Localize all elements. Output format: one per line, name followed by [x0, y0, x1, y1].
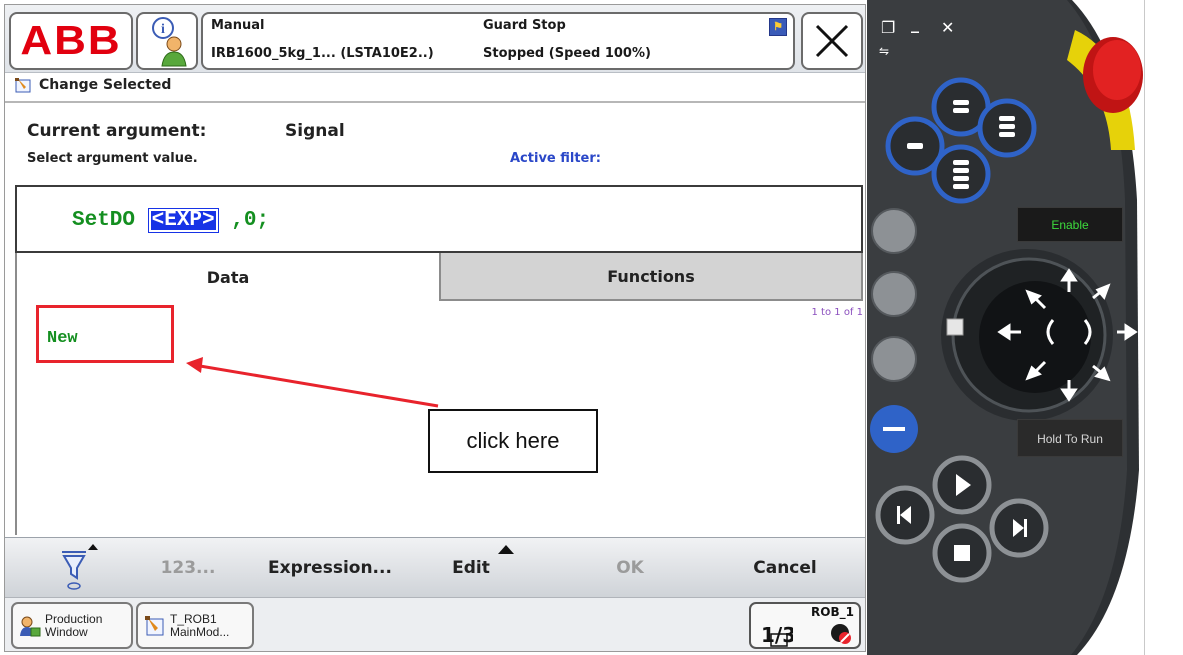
mechanical-unit-label: ROB_1: [811, 605, 854, 619]
production-window-label: Production Window: [45, 611, 103, 639]
menu-up-arrow-icon: [497, 545, 514, 554]
minimize-window-icon[interactable]: _: [911, 14, 919, 33]
program-editor-task-button[interactable]: T_ROB1 MainMod...: [136, 602, 254, 649]
production-window-button[interactable]: Production Window: [11, 602, 133, 649]
jog-settings-icon: 1/3: [761, 623, 793, 647]
hold-to-run-button[interactable]: Hold To Run: [1017, 419, 1123, 457]
callout-text: click here: [466, 428, 560, 453]
flexpendant-hardware: ❐ _ ✕ ⇋ Enable Hold To Run: [867, 0, 1143, 655]
enable-device-button[interactable]: Enable: [1017, 207, 1123, 242]
svg-text:1/3: 1/3: [761, 623, 793, 647]
window-divider: [1144, 0, 1145, 655]
production-window-icon: [20, 616, 41, 636]
stop-sign-icon: [831, 624, 851, 644]
close-button[interactable]: [801, 12, 863, 70]
restore-window-icon[interactable]: ❐: [881, 18, 895, 37]
program-editor-icon: [145, 615, 164, 635]
task-flag-icon: ⚑: [769, 18, 787, 36]
close-window-icon[interactable]: ✕: [941, 18, 954, 37]
pendant-body: [867, 0, 1143, 655]
command-bar: 123... Expression... Edit OK Cancel: [5, 537, 865, 598]
quickset-button[interactable]: ROB_1 1/3: [749, 602, 861, 649]
expression-button[interactable]: Expression...: [245, 538, 415, 598]
cancel-button[interactable]: Cancel: [725, 538, 845, 598]
tab-functions[interactable]: Functions: [439, 253, 863, 301]
filter-funnel-icon: [62, 544, 98, 590]
edit-button[interactable]: Edit: [425, 538, 545, 598]
edit-label: Edit: [452, 558, 490, 578]
dock-toggle-icon[interactable]: ⇋: [879, 44, 889, 58]
active-filter-label: Active filter:: [510, 151, 601, 166]
click-here-callout: click here: [428, 409, 598, 473]
program-editor-task-label: T_ROB1 MainMod...: [170, 611, 230, 639]
pointer-arrow-icon: [186, 357, 439, 408]
numeric-button[interactable]: 123...: [143, 538, 233, 598]
close-icon: [815, 24, 849, 58]
list-count: 1 to 1 of 1: [811, 307, 863, 318]
filter-button[interactable]: [35, 538, 125, 598]
task-bar: Production Window T_ROB1 MainMod... ROB_1 …: [5, 597, 865, 651]
ok-button[interactable]: OK: [585, 538, 675, 598]
run-status: Stopped (Speed 100%): [483, 46, 651, 61]
